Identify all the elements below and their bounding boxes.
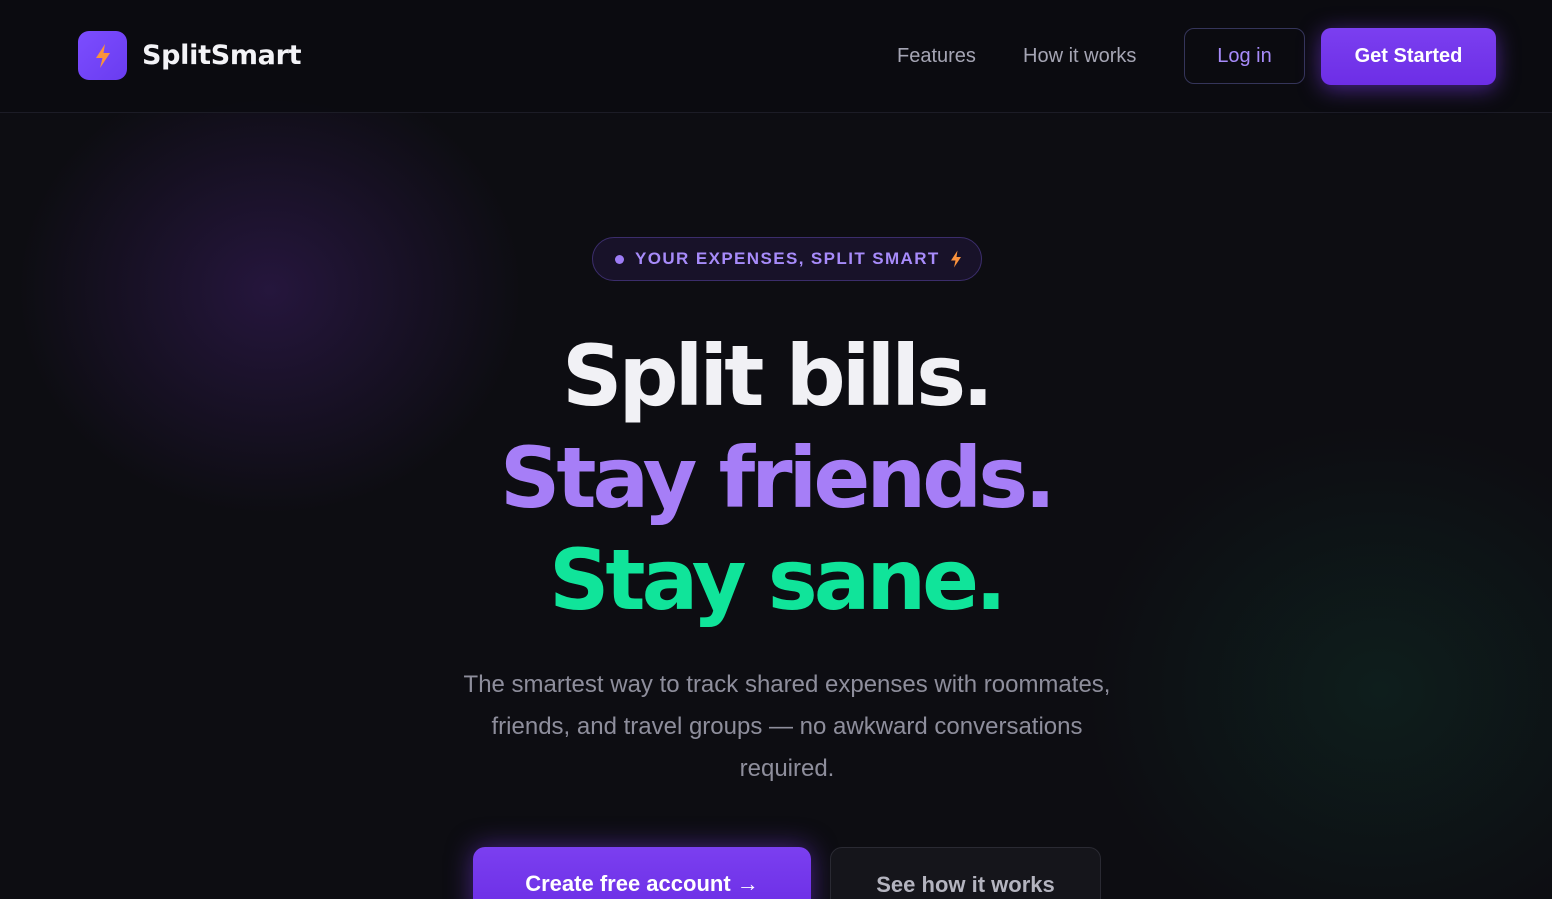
dot-icon <box>615 254 624 264</box>
create-account-button[interactable]: Create free account → <box>473 847 811 899</box>
hero-badge: YOUR EXPENSES, SPLIT SMART <box>592 237 982 281</box>
lightning-bolt-icon <box>950 250 962 268</box>
top-navbar: SplitSmart Features How it works Log in … <box>0 0 1552 113</box>
lightning-bolt-icon <box>78 31 127 80</box>
hero-subtitle: The smartest way to track shared expense… <box>463 671 1111 782</box>
nav-link-how-it-works[interactable]: How it works <box>1023 45 1136 68</box>
get-started-button[interactable]: Get Started <box>1321 28 1496 85</box>
see-how-it-works-button[interactable]: See how it works <box>830 847 1101 899</box>
landing-page: SplitSmart Features How it works Log in … <box>0 0 1552 899</box>
headline-line-3: Stay sane. <box>548 531 1007 629</box>
brand-name: SplitSmart <box>142 40 302 71</box>
nav-link-features[interactable]: Features <box>897 45 976 68</box>
headline-line-1: Split bills. <box>561 327 994 425</box>
hero-badge-label: YOUR EXPENSES, SPLIT SMART <box>635 249 940 268</box>
headline-line-2: Stay friends. <box>499 429 1056 527</box>
brand-logo[interactable]: SplitSmart <box>78 31 302 80</box>
login-button[interactable]: Log in <box>1184 28 1305 84</box>
